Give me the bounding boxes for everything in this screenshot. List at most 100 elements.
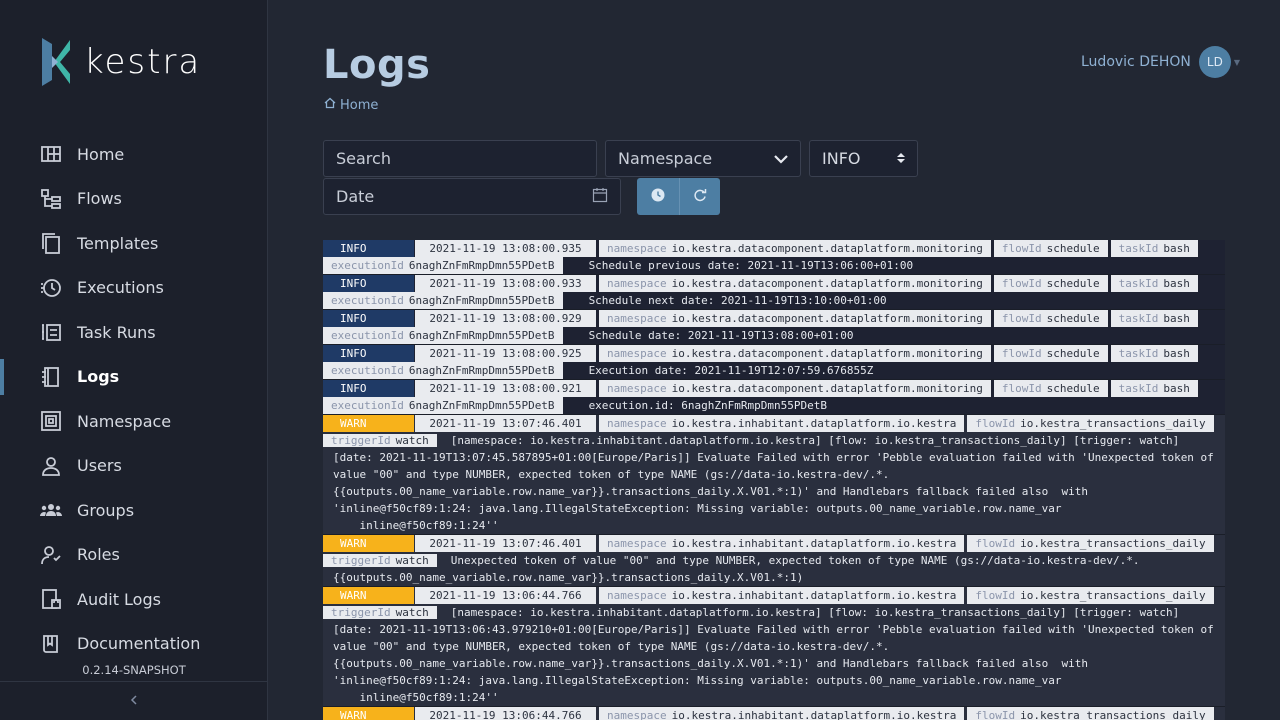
tag-key: executionId — [331, 294, 404, 307]
log-execution-tag[interactable]: executionId 6naghZnFmRmpDmn55PDetB — [323, 362, 563, 379]
log-namespace-tag[interactable]: namespace io.kestra.inhabitant.dataplatfo… — [599, 707, 965, 720]
tag-key: flowId — [1001, 347, 1042, 360]
date-picker[interactable]: Date — [323, 178, 621, 215]
log-entry: INFO 2021-11-19 13:08:00.921 namespace io… — [323, 380, 1225, 415]
audit-logs-icon — [40, 588, 62, 610]
log-trigger-tag[interactable]: triggerId watch — [323, 434, 437, 447]
sidebar-item-label: Users — [77, 456, 122, 476]
search-input[interactable]: Search — [323, 140, 597, 177]
breadcrumb[interactable]: Home — [324, 97, 378, 113]
log-flow-tag[interactable]: flowId io.kestra_transactions_daily — [967, 587, 1214, 604]
tag-value: 6naghZnFmRmpDmn55PDetB — [408, 259, 555, 272]
kestra-logo[interactable]: kestra — [42, 36, 201, 88]
sidebar-item-label: Namespace — [77, 411, 172, 431]
sidebar-item-label: Groups — [77, 500, 135, 520]
log-namespace-tag[interactable]: namespace io.kestra.inhabitant.dataplatfo… — [599, 587, 965, 604]
tag-value: io.kestra.datacomponent.dataplatform.mon… — [671, 382, 983, 395]
sidebar-item-label: Executions — [77, 278, 164, 298]
tag-value: 6naghZnFmRmpDmn55PDetB — [408, 294, 555, 307]
log-flow-tag[interactable]: flowId schedule — [993, 380, 1108, 397]
log-entry: INFO 2021-11-19 13:08:00.935 namespace io… — [323, 240, 1225, 275]
sidebar-item-roles[interactable]: Roles — [0, 533, 268, 578]
tag-key: namespace — [607, 242, 667, 255]
sidebar-item-logs[interactable]: Logs — [0, 355, 268, 400]
log-message: Schedule next date: 2021-11-19T13:10:00+… — [588, 294, 887, 307]
log-namespace-tag[interactable]: namespace io.kestra.datacomponent.datapla… — [599, 380, 991, 397]
log-flow-tag[interactable]: flowId schedule — [993, 240, 1108, 257]
log-timestamp: 2021-11-19 13:07:46.401 — [415, 415, 596, 432]
logs-icon — [40, 366, 62, 388]
search-placeholder: Search — [336, 149, 391, 168]
sidebar-item-label: Roles — [77, 545, 120, 565]
log-message-text: [namespace: io.kestra.inhabitant.datapla… — [333, 606, 1214, 704]
log-namespace-tag[interactable]: namespace io.kestra.datacomponent.datapla… — [599, 345, 991, 362]
calendar-icon — [592, 187, 608, 207]
tag-key: taskId — [1118, 347, 1159, 360]
user-menu[interactable]: Ludovic DEHON LD ▼ — [1081, 46, 1240, 78]
sidebar-item-groups[interactable]: Groups — [0, 488, 268, 533]
log-execution-tag[interactable]: executionId 6naghZnFmRmpDmn55PDetB — [323, 292, 563, 309]
refresh-icon — [693, 187, 707, 206]
log-level-badge: INFO — [323, 275, 414, 292]
tag-key: taskId — [1118, 382, 1159, 395]
log-task-tag[interactable]: taskId bash — [1110, 275, 1198, 292]
log-level-badge: WARN — [323, 707, 414, 720]
collapse-sidebar-button[interactable] — [0, 681, 268, 720]
log-level-badge: INFO — [323, 380, 414, 397]
log-entry: INFO 2021-11-19 13:08:00.925 namespace io… — [323, 345, 1225, 380]
caret-down-icon: ▼ — [1233, 57, 1241, 67]
tag-key: flowId — [1001, 382, 1042, 395]
log-flow-tag[interactable]: flowId io.kestra_transactions_daily — [967, 415, 1214, 432]
log-task-tag[interactable]: taskId bash — [1110, 240, 1198, 257]
tag-value: 6naghZnFmRmpDmn55PDetB — [408, 399, 555, 412]
log-task-tag[interactable]: taskId bash — [1110, 380, 1198, 397]
log-flow-tag[interactable]: flowId schedule — [993, 275, 1108, 292]
breadcrumb-home[interactable]: Home — [340, 98, 378, 113]
log-namespace-tag[interactable]: namespace io.kestra.inhabitant.dataplatfo… — [599, 415, 965, 432]
log-execution-tag[interactable]: executionId 6naghZnFmRmpDmn55PDetB — [323, 397, 563, 414]
log-message: Schedule previous date: 2021-11-19T13:06… — [588, 259, 914, 272]
log-level-badge: WARN — [323, 415, 414, 432]
log-flow-tag[interactable]: flowId schedule — [993, 310, 1108, 327]
sidebar-item-users[interactable]: Users — [0, 444, 268, 489]
templates-icon — [40, 232, 62, 255]
log-flow-tag[interactable]: flowId io.kestra_transactions_daily — [967, 707, 1214, 720]
tag-key: taskId — [1118, 242, 1159, 255]
tag-value: watch — [395, 554, 429, 567]
log-execution-tag[interactable]: executionId 6naghZnFmRmpDmn55PDetB — [323, 257, 563, 274]
avatar[interactable]: LD — [1198, 46, 1231, 78]
log-namespace-tag[interactable]: namespace io.kestra.datacomponent.datapla… — [599, 275, 991, 292]
log-execution-tag[interactable]: executionId 6naghZnFmRmpDmn55PDetB — [323, 327, 563, 344]
tag-value: io.kestra.inhabitant.dataplatform.io.kes… — [671, 417, 957, 430]
log-namespace-tag[interactable]: namespace io.kestra.inhabitant.dataplatfo… — [599, 535, 965, 552]
log-namespace-tag[interactable]: namespace io.kestra.datacomponent.datapla… — [599, 240, 991, 257]
sidebar-item-home[interactable]: Home — [0, 132, 268, 177]
log-flow-tag[interactable]: flowId schedule — [993, 345, 1108, 362]
tag-key: flowId — [1001, 242, 1042, 255]
namespace-select[interactable]: Namespace — [605, 140, 801, 177]
log-task-tag[interactable]: taskId bash — [1110, 345, 1198, 362]
tag-value: schedule — [1046, 242, 1100, 255]
sidebar-item-audit-logs[interactable]: Audit Logs — [0, 577, 268, 622]
level-select[interactable]: INFO — [809, 140, 918, 177]
sidebar-item-executions[interactable]: Executions — [0, 266, 268, 311]
sidebar-item-task-runs[interactable]: Task Runs — [0, 310, 268, 355]
log-namespace-tag[interactable]: namespace io.kestra.datacomponent.datapla… — [599, 310, 991, 327]
sidebar-item-flows[interactable]: Flows — [0, 177, 268, 222]
tag-value: io.kestra.datacomponent.dataplatform.mon… — [671, 347, 983, 360]
sidebar-item-templates[interactable]: Templates — [0, 221, 268, 266]
date-placeholder: Date — [336, 187, 375, 206]
sidebar-item-namespace[interactable]: Namespace — [0, 399, 268, 444]
log-flow-tag[interactable]: flowId io.kestra_transactions_daily — [967, 535, 1214, 552]
sidebar-item-documentation[interactable]: Documentation — [0, 622, 268, 667]
namespace-icon — [40, 410, 62, 432]
log-task-tag[interactable]: taskId bash — [1110, 310, 1198, 327]
auto-refresh-button[interactable] — [637, 178, 679, 215]
log-message-text: Unexpected token of value "00" and type … — [333, 554, 1140, 584]
log-entry: WARN 2021-11-19 13:07:46.401 namespace io… — [323, 535, 1225, 587]
log-trigger-tag[interactable]: triggerId watch — [323, 606, 437, 619]
log-trigger-tag[interactable]: triggerId watch — [323, 554, 437, 567]
refresh-button[interactable] — [678, 178, 720, 215]
tag-value: schedule — [1046, 277, 1100, 290]
log-timestamp: 2021-11-19 13:06:44.766 — [415, 587, 596, 604]
